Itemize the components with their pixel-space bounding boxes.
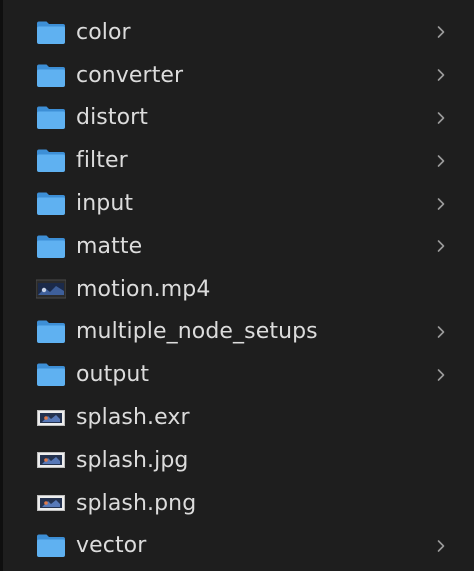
folder-row[interactable]: converter: [0, 54, 474, 97]
chevron-right-icon[interactable]: [436, 239, 446, 253]
item-name: vector: [76, 533, 147, 559]
chevron-right-icon[interactable]: [436, 111, 446, 125]
item-name: multiple_node_setups: [76, 319, 318, 345]
item-name: matte: [76, 233, 143, 259]
file-row[interactable]: motion.mp4: [0, 268, 474, 311]
folder-icon: [35, 318, 66, 346]
item-name: color: [76, 19, 131, 45]
item-name: input: [76, 191, 134, 217]
folder-icon: [35, 361, 66, 389]
folder-row[interactable]: color: [0, 11, 474, 54]
image-thumbnail-icon: [35, 404, 66, 432]
chevron-right-icon[interactable]: [436, 68, 446, 82]
image-thumbnail-icon: [35, 489, 66, 517]
item-name: output: [76, 362, 150, 388]
folder-icon: [35, 532, 66, 560]
folder-icon: [35, 61, 66, 89]
folder-row[interactable]: distort: [0, 97, 474, 140]
item-name: converter: [76, 62, 184, 88]
file-row[interactable]: splash.png: [0, 482, 474, 525]
folder-row[interactable]: filter: [0, 139, 474, 182]
folder-row[interactable]: vector: [0, 525, 474, 568]
folder-row[interactable]: multiple_node_setups: [0, 311, 474, 354]
chevron-right-icon[interactable]: [436, 539, 446, 553]
chevron-right-icon[interactable]: [436, 197, 446, 211]
folder-row[interactable]: matte: [0, 225, 474, 268]
folder-row[interactable]: output: [0, 353, 474, 396]
file-row[interactable]: splash.jpg: [0, 439, 474, 482]
folder-icon: [35, 232, 66, 260]
folder-icon: [35, 147, 66, 175]
folder-icon: [35, 18, 66, 46]
chevron-right-icon[interactable]: [436, 154, 446, 168]
item-name: splash.jpg: [76, 447, 189, 473]
item-name: motion.mp4: [76, 276, 211, 302]
file-row[interactable]: splash.exr: [0, 396, 474, 439]
chevron-right-icon[interactable]: [436, 25, 446, 39]
item-name: splash.exr: [76, 405, 190, 431]
image-thumbnail-icon: [35, 446, 66, 474]
item-name: splash.png: [76, 490, 197, 516]
folder-row[interactable]: input: [0, 182, 474, 225]
item-name: distort: [76, 105, 148, 131]
chevron-right-icon[interactable]: [436, 325, 446, 339]
video-thumbnail-icon: [35, 275, 66, 303]
folder-icon: [35, 104, 66, 132]
item-name: filter: [76, 148, 128, 174]
chevron-right-icon[interactable]: [436, 368, 446, 382]
folder-icon: [35, 190, 66, 218]
file-list: color converter distort filter input matte mot…: [0, 11, 474, 567]
finder-list-view: color converter distort filter input matte mot…: [0, 0, 474, 571]
